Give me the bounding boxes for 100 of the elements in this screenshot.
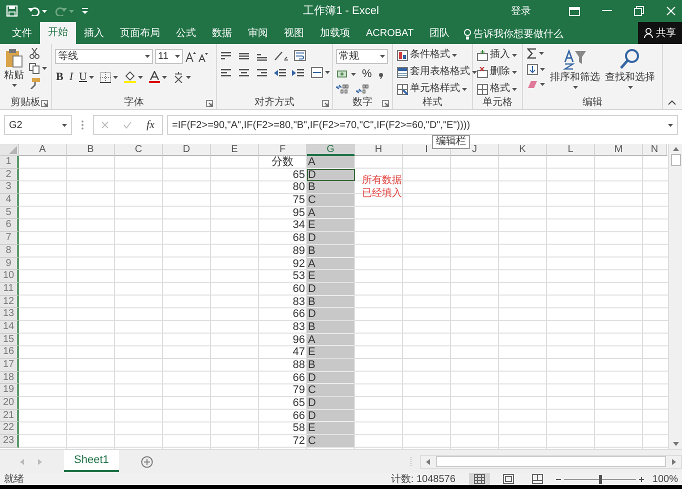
column-header[interactable]: L [547,144,595,156]
caret-icon[interactable] [512,54,517,56]
underline-button[interactable]: U [78,70,95,84]
dialog-launcher-icon[interactable] [41,100,48,107]
autosum-button[interactable] [526,48,546,59]
column-header[interactable]: E [211,144,259,156]
borders-button[interactable] [98,72,119,82]
scrollbar-thumb[interactable] [436,456,666,467]
grow-font-icon[interactable] [185,51,196,62]
row-header[interactable]: 23 [0,435,19,448]
ribbon-tab[interactable]: 数据 [204,24,240,44]
minimize-icon[interactable] [602,10,612,12]
caret-icon[interactable] [628,86,632,89]
italic-button[interactable]: I [68,70,74,84]
caret-icon[interactable] [351,72,356,76]
caret-icon[interactable] [12,84,16,87]
scroll-right-icon[interactable] [672,458,676,464]
scrollbar-thumb[interactable] [670,154,680,166]
caret-icon[interactable] [668,124,673,126]
ribbon-tab[interactable]: 开始 [40,22,76,44]
column-header[interactable]: A [19,144,67,156]
undo-icon[interactable] [28,6,40,16]
row-header[interactable]: 4 [0,194,19,207]
delete-cells-button[interactable]: 删除 [476,65,518,79]
scroll-left-icon[interactable] [426,458,430,464]
formula-field[interactable]: =IF(F2>=90,"A",IF(F2>=80,"B",IF(F2>=70,"C",IF(F2>=60,"D","E")))) [167,115,678,135]
fill-down-button[interactable] [526,64,546,75]
find-select-button[interactable]: 查找和选择 [604,46,656,96]
caret-icon[interactable] [540,68,545,71]
phonetic-guide-button[interactable] [172,72,192,82]
format-cells-button[interactable]: 格式 [476,82,518,96]
cell-styles-button[interactable]: 单元格样式 [396,82,478,96]
ribbon-tab[interactable]: 审阅 [240,24,276,44]
dialog-launcher-icon[interactable] [322,100,329,107]
caret-icon[interactable] [512,70,517,74]
name-box[interactable]: G2 [4,115,72,135]
caret-icon[interactable] [540,83,545,86]
shrink-font-icon[interactable] [198,52,208,62]
sheet-tab[interactable]: Sheet1 [64,450,119,472]
row-header[interactable]: 5 [0,206,19,220]
caret-icon[interactable] [539,52,544,55]
row-header[interactable]: 10 [0,270,19,283]
caret-icon[interactable] [175,55,180,58]
row-header[interactable]: 17 [0,359,19,372]
ribbon-tab[interactable]: 文件 [4,24,40,44]
column-header[interactable]: F [259,144,307,156]
align-center-icon[interactable] [238,68,250,78]
decrease-decimal-icon[interactable] [356,84,370,94]
ribbon-tab[interactable]: 团队 [422,24,458,44]
column-header[interactable]: C [115,144,163,156]
caret-icon[interactable] [572,86,578,89]
row-header[interactable]: 8 [0,244,19,258]
row-header[interactable]: 19 [0,384,19,398]
insert-function-button[interactable]: fx [146,118,156,132]
row-header[interactable]: 20 [0,397,19,410]
row-header[interactable]: 11 [0,282,19,296]
share-button[interactable]: 共享 [638,22,682,44]
tell-me-text[interactable]: 告诉我你想要做什么 [474,26,564,42]
wrap-text-icon[interactable] [294,50,306,61]
add-sheet-icon[interactable] [140,456,153,468]
row-header[interactable]: 6 [0,219,19,232]
caret-icon[interactable] [380,55,385,58]
row-header[interactable]: 18 [0,372,19,384]
customize-icon[interactable] [82,8,88,14]
paste-button[interactable]: 粘贴 [3,46,25,96]
normal-view-button[interactable] [469,473,490,485]
increase-decimal-icon[interactable] [336,84,350,94]
ribbon-tab[interactable]: 加载项 [312,24,358,44]
column-header[interactable]: H [355,144,403,156]
ribbon-tab[interactable]: ACROBAT [358,24,422,44]
align-left-icon[interactable] [220,68,232,78]
bold-button[interactable]: B [55,70,64,84]
row-header[interactable]: 3 [0,181,19,194]
row-header[interactable]: 2 [0,168,19,182]
caret-icon[interactable] [138,76,143,78]
caret-icon[interactable] [452,54,457,56]
caret-icon[interactable] [42,67,47,70]
row-header[interactable]: 22 [0,422,19,436]
save-icon[interactable] [6,5,18,17]
copy-button[interactable] [28,63,48,74]
fill-color-button[interactable] [122,71,144,83]
dialog-launcher-icon[interactable] [206,100,213,107]
restore-icon[interactable] [634,6,644,16]
percent-button[interactable]: % [361,67,373,81]
orientation-icon[interactable] [274,50,288,60]
decrease-indent-icon[interactable] [274,68,286,78]
caret-icon[interactable] [186,76,191,78]
ribbon-tab[interactable]: 页面布局 [112,24,168,44]
close-icon[interactable] [666,6,676,16]
conditional-formatting-button[interactable]: 条件格式 [396,48,478,62]
row-header[interactable]: 15 [0,334,19,346]
font-size-field[interactable]: 11 [155,49,183,64]
align-right-icon[interactable] [256,68,268,78]
dialog-launcher-icon[interactable] [382,100,389,107]
caret-icon[interactable] [162,76,167,78]
zoom-in-icon[interactable] [639,476,644,482]
row-header[interactable]: 9 [0,258,19,270]
ribbon-tab[interactable]: 插入 [76,24,112,44]
row-header[interactable]: 12 [0,296,19,308]
merge-center-button[interactable] [310,67,331,78]
